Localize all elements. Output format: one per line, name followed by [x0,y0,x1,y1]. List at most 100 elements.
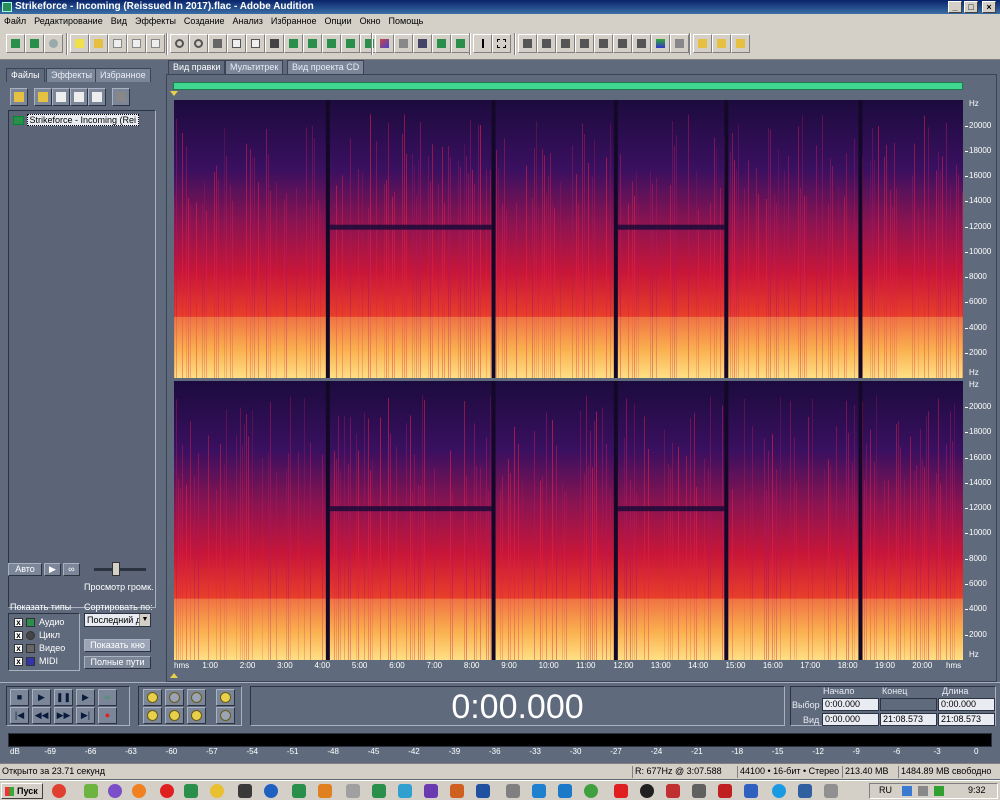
app-dark-icon[interactable] [238,784,252,798]
file-list[interactable]: Strikeforce - Incoming (Rei [8,110,156,608]
zoom-left-icon[interactable] [165,707,184,724]
eye-icon[interactable] [640,784,654,798]
view-frame-icon[interactable] [556,34,575,53]
spectrogram[interactable] [174,100,963,378]
opera-icon[interactable] [160,784,174,798]
show-button[interactable]: Показать кно [84,639,151,652]
copy-new-icon[interactable] [246,34,265,53]
zoom-right-icon[interactable] [187,707,206,724]
trim-icon[interactable] [341,34,360,53]
app-mail-icon[interactable] [532,784,546,798]
spectral-pan-icon[interactable] [394,34,413,53]
loop-checkbox[interactable]: x [14,631,23,640]
app-gray-icon[interactable] [346,784,360,798]
cut-icon[interactable] [265,34,284,53]
record-button[interactable]: ● [98,707,117,724]
mix-paste-icon[interactable] [322,34,341,53]
app-purple-icon[interactable] [424,784,438,798]
spectral-display-right[interactable] [174,381,963,660]
language-indicator[interactable]: RU [879,785,892,795]
viber-icon[interactable] [108,784,122,798]
app-doc-icon[interactable] [798,784,812,798]
open-file-icon[interactable] [89,34,108,53]
filezilla-icon[interactable] [718,784,732,798]
menu-file[interactable]: Файл [0,14,30,26]
volume-slider-thumb[interactable] [112,562,120,576]
chrome-icon[interactable] [52,784,66,798]
fast-forward-button[interactable]: ▶▶ [54,707,73,724]
menu-favorites[interactable]: Избранное [267,14,321,26]
tab-multitrack[interactable]: Мультитрек [225,60,284,74]
repeat-icon[interactable] [208,34,227,53]
selection-start-field[interactable]: 0:00.000 [822,698,879,711]
app-window-icon[interactable] [506,784,520,798]
app-brown-icon[interactable] [450,784,464,798]
zoom-full-icon[interactable] [187,689,206,706]
waveform-icon[interactable] [432,34,451,53]
menu-edit[interactable]: Редактирование [30,14,107,26]
close-button[interactable]: × [982,1,996,13]
selection-end-field[interactable] [880,698,937,711]
open-folder-icon[interactable] [34,88,52,106]
paste-new-icon[interactable] [303,34,322,53]
playhead-marker-icon[interactable] [170,91,178,96]
time-ruler[interactable]: hms 1:00 2:00 3:00 4:00 5:00 6:00 7:00 8:00 9:00 1… [174,661,964,673]
zoom-selection-icon[interactable] [143,707,162,724]
app-cyan-icon[interactable] [398,784,412,798]
menu-window[interactable]: Окно [356,14,385,26]
tray-app-icon[interactable] [934,786,944,796]
view-start-field[interactable]: 0:00.000 [822,713,879,726]
torrent-icon[interactable] [584,784,598,798]
view-bar-icon[interactable] [670,34,689,53]
menu-effects[interactable]: Эффекты [131,14,180,26]
tab-favorites[interactable]: Избранное [95,68,151,82]
marquee-icon[interactable] [492,34,511,53]
spectral-display-left[interactable] [174,100,963,378]
app-gear-icon[interactable] [692,784,706,798]
playhead-bottom-icon[interactable] [170,673,178,678]
help-icon[interactable] [731,34,750,53]
spectrogram[interactable] [174,381,963,660]
close-file-icon[interactable] [108,34,127,53]
file-properties-icon[interactable] [112,88,130,106]
spectral-view-icon[interactable] [375,34,394,53]
view-end-field[interactable]: 21:08.573 [880,713,937,726]
view-length-field[interactable]: 21:08.573 [938,713,995,726]
tab-effects[interactable]: Эффекты [46,68,97,82]
app-blue-icon[interactable] [264,784,278,798]
undo-icon[interactable] [170,34,189,53]
minimize-button[interactable]: _ [948,1,962,13]
tab-edit-view[interactable]: Вид правки [168,60,226,74]
view-bits-icon[interactable] [613,34,632,53]
firefox-icon[interactable] [132,784,146,798]
preview-play-icon[interactable]: ▶ [44,563,61,576]
save-icon[interactable] [127,34,146,53]
list-item[interactable]: Strikeforce - Incoming (Rei [13,114,140,127]
edit-view-icon[interactable] [6,34,25,53]
menu-view[interactable]: Вид [107,14,131,26]
overview-bar[interactable] [173,82,963,90]
copy-icon[interactable] [227,34,246,53]
app-stop-icon[interactable] [666,784,680,798]
audition-taskbar-icon[interactable] [184,784,198,798]
go-end-button[interactable]: ▶| [76,707,95,724]
app-orange-icon[interactable] [318,784,332,798]
audio-checkbox[interactable]: x [14,618,23,627]
cd-project-icon[interactable] [44,34,63,53]
paste-icon[interactable] [284,34,303,53]
telegram-icon[interactable] [558,784,572,798]
view-color-icon[interactable] [651,34,670,53]
app-music-icon[interactable] [372,784,386,798]
menu-options[interactable]: Опции [321,14,356,26]
maximize-button[interactable]: □ [964,1,978,13]
view-list-icon[interactable] [537,34,556,53]
menu-help[interactable]: Помощь [385,14,428,26]
volume-slider[interactable] [94,568,146,571]
skype-icon[interactable] [772,784,786,798]
insert-multitrack-icon[interactable] [88,88,106,106]
view-grid-icon[interactable] [632,34,651,53]
app-green-icon[interactable] [84,784,98,798]
play-to-end-button[interactable]: ▶ [76,689,95,706]
notes-icon[interactable] [712,34,731,53]
view-panel-icon[interactable] [518,34,537,53]
